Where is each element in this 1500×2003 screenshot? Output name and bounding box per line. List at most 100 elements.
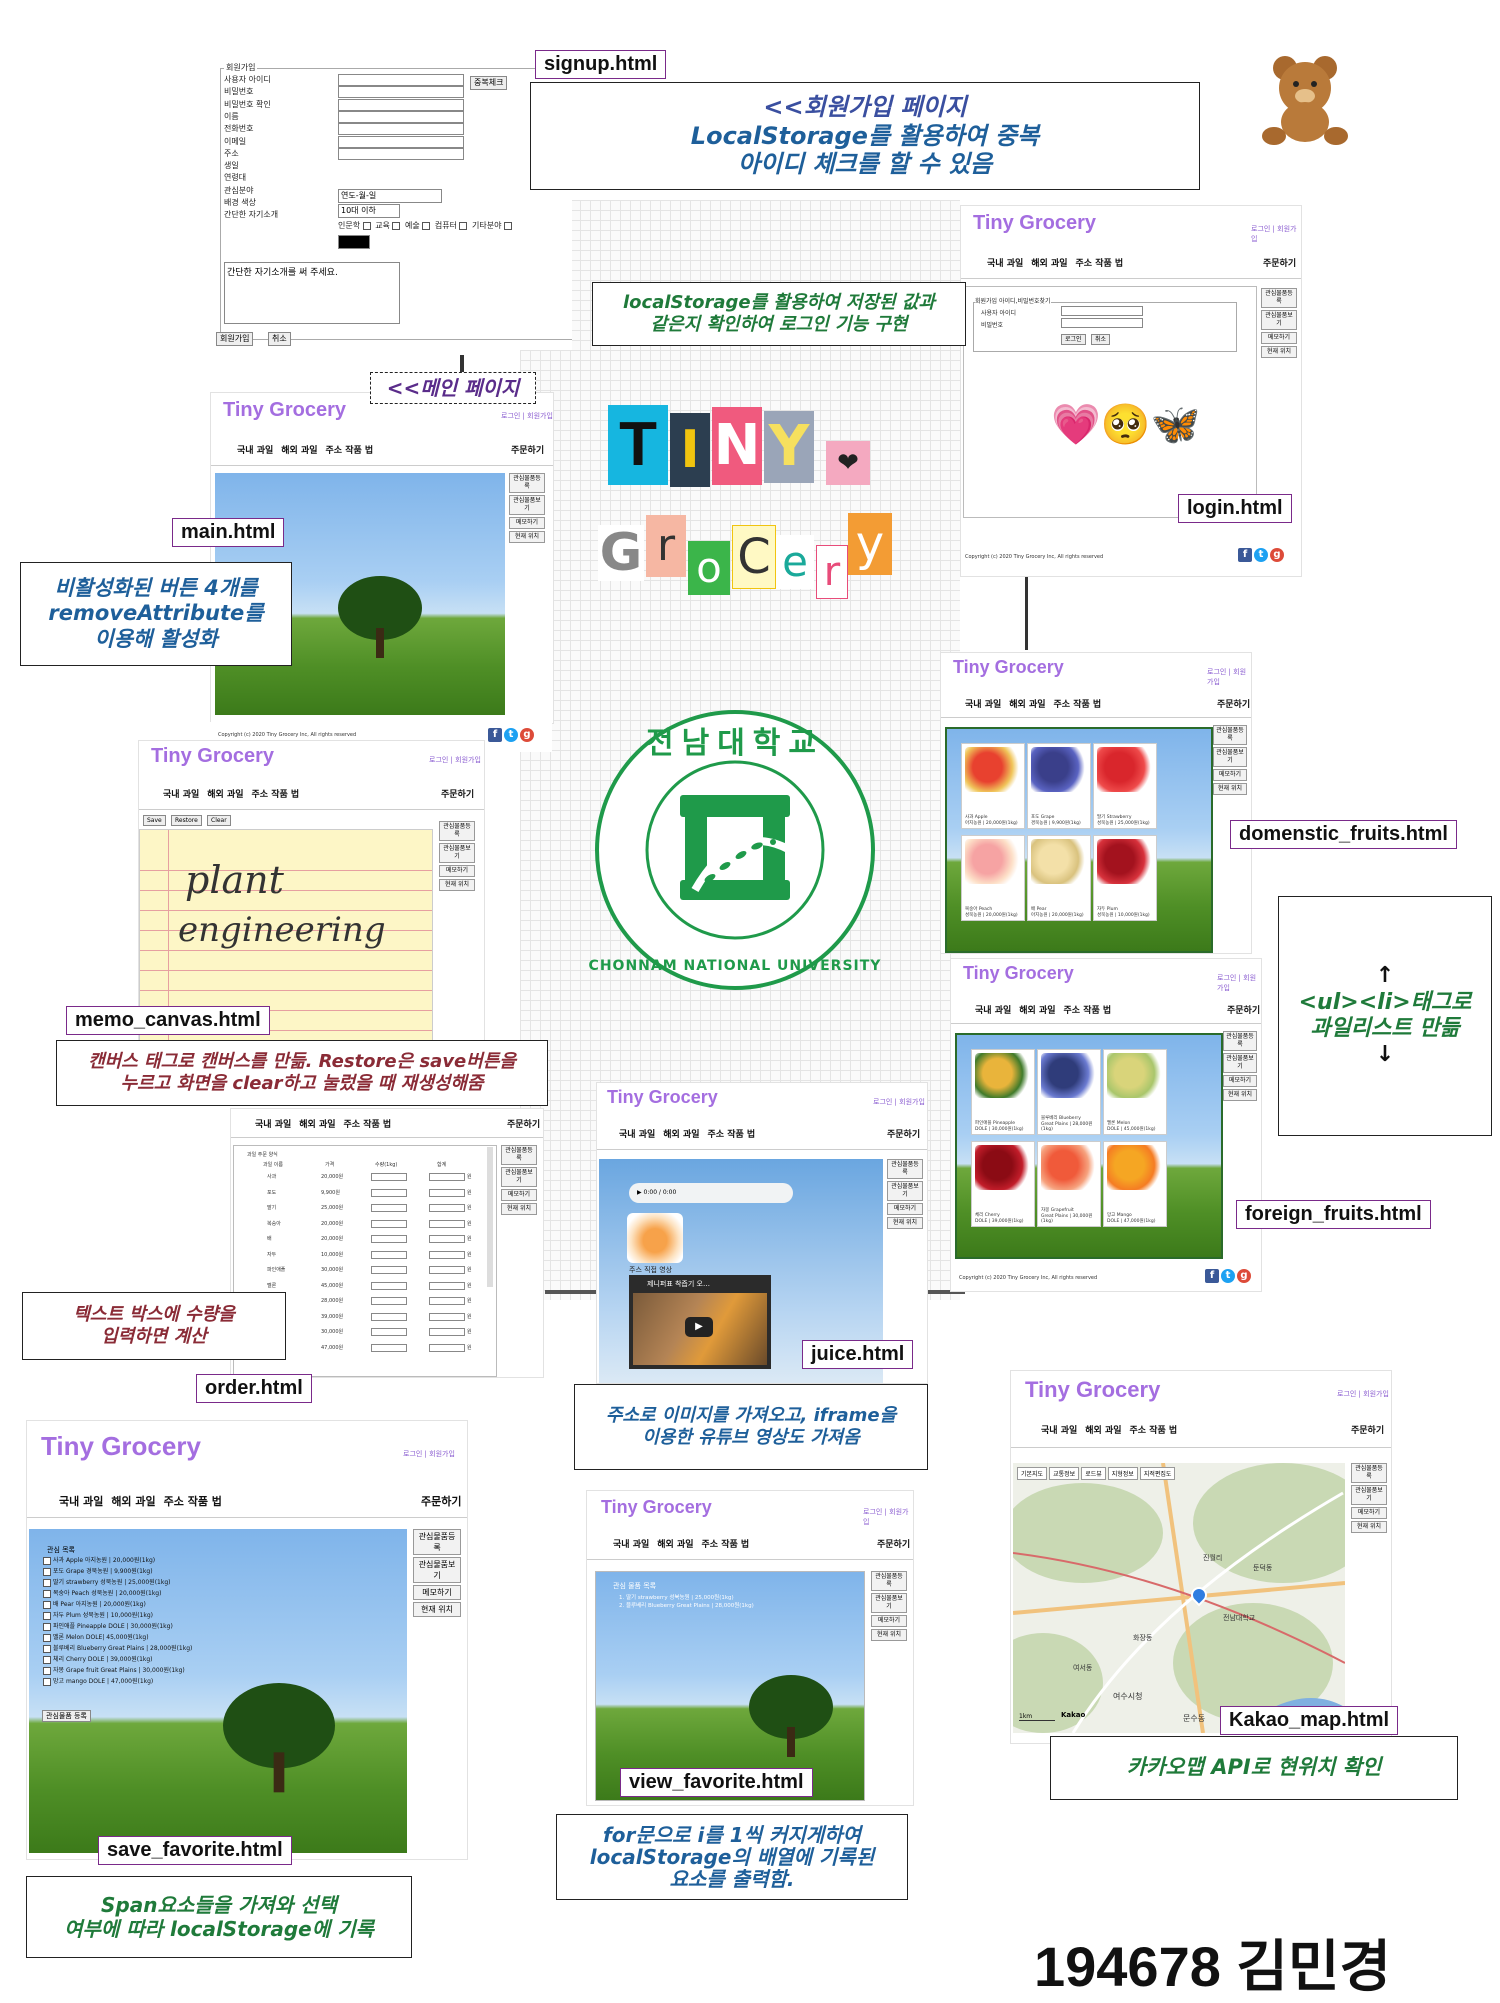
- order-link[interactable]: 주문하기: [507, 1117, 540, 1130]
- signup-field-input[interactable]: [338, 147, 464, 160]
- social-icons[interactable]: ftg: [1238, 548, 1284, 562]
- main-nav[interactable]: 국내 과일 해외 과일 주소 작품 법: [965, 697, 1109, 710]
- fruit-card[interactable]: 딸기 Strawberry 성북농원 | 25,000원(1kg): [1093, 743, 1157, 829]
- audio-player[interactable]: ▶ 0:00 / 0:00: [629, 1183, 793, 1203]
- checkbox[interactable]: [43, 1655, 51, 1664]
- map-type-button[interactable]: 기본지도: [1017, 1467, 1048, 1480]
- login-signup-links[interactable]: 로그인 | 회원가입: [501, 411, 553, 421]
- login-signup-links[interactable]: 로그인 | 회원가입: [1207, 667, 1251, 687]
- google-plus-icon[interactable]: g: [1237, 1269, 1251, 1283]
- birthday-input[interactable]: 연도-월-일: [338, 189, 442, 203]
- favorite-list-item[interactable]: 딸기 strawberry 성북농원 | 25,000원(1kg): [43, 1577, 192, 1588]
- fruit-card[interactable]: 망고 Mango DOLE | 47,000원(1kg): [1103, 1141, 1167, 1227]
- intro-textarea[interactable]: 간단한 자기소개를 써 주세요.: [224, 262, 400, 324]
- order-qty-input[interactable]: [371, 1328, 407, 1336]
- fruit-card[interactable]: 자몽 Grapefruit Great Plains | 30,000원(1kg): [1037, 1141, 1101, 1227]
- map-type-button[interactable]: 지형정보: [1107, 1467, 1138, 1480]
- login-id-input[interactable]: [1061, 306, 1143, 316]
- twitter-icon[interactable]: t: [504, 728, 518, 742]
- favorite-list-item[interactable]: 멜론 Melon DOLE| 45,000원(1kg): [43, 1632, 192, 1643]
- google-plus-icon[interactable]: g: [1270, 548, 1284, 562]
- main-nav[interactable]: 국내 과일 해외 과일 주소 작품 법: [59, 1493, 230, 1509]
- twitter-icon[interactable]: t: [1221, 1269, 1235, 1283]
- checkbox[interactable]: [43, 1677, 51, 1686]
- login-signup-links[interactable]: 로그인 | 회원가입: [1217, 973, 1261, 993]
- checkbox[interactable]: [43, 1644, 51, 1653]
- order-qty-input[interactable]: [371, 1266, 407, 1274]
- background-color-picker[interactable]: [338, 235, 370, 249]
- register-favorite-button[interactable]: 관심물품 등록: [42, 1710, 91, 1722]
- side-buttons[interactable]: 관심물품등록 관심물품보기 메모하기 현재 위치: [501, 1145, 537, 1215]
- order-link[interactable]: 주문하기: [511, 443, 544, 456]
- order-link[interactable]: 주문하기: [421, 1493, 461, 1509]
- order-link[interactable]: 주문하기: [877, 1537, 910, 1550]
- memo-clear-button[interactable]: Clear: [207, 815, 231, 826]
- order-qty-input[interactable]: [371, 1204, 407, 1212]
- order-link[interactable]: 주문하기: [1217, 697, 1250, 710]
- signup-submit-button[interactable]: 회원가입: [216, 332, 254, 346]
- signup-field-input[interactable]: [338, 98, 464, 111]
- order-link[interactable]: 주문하기: [1351, 1423, 1384, 1436]
- side-buttons[interactable]: 관심물품등록 관심물품보기 메모하기 현재 위치: [887, 1159, 923, 1229]
- main-nav[interactable]: 국내 과일 해외 과일 주소 작품 법: [987, 256, 1131, 269]
- login-button[interactable]: 로그인: [1061, 334, 1086, 345]
- favorite-list-item[interactable]: 배 Pear 아지농원 | 20,000원(1kg): [43, 1599, 192, 1610]
- main-nav[interactable]: 국내 과일 해외 과일 주소 작품 법: [1041, 1423, 1185, 1436]
- order-qty-input[interactable]: [371, 1188, 407, 1197]
- memo-save-button[interactable]: Save: [143, 815, 166, 826]
- twitter-icon[interactable]: t: [1254, 548, 1268, 562]
- facebook-icon[interactable]: f: [488, 728, 502, 742]
- map-type-buttons[interactable]: 기본지도 교통정보 로드뷰 지형정보 지적편집도: [1017, 1467, 1176, 1480]
- favorite-list-item[interactable]: 사과 Apple 아지농원 | 20,000원(1kg): [43, 1555, 192, 1566]
- favorite-list-item[interactable]: 블루베리 Blueberry Great Plains | 28,000원(1k…: [43, 1643, 192, 1654]
- fruit-card[interactable]: 포도 Grape 경북농원 | 9,900원(1kg): [1027, 743, 1091, 829]
- checkbox[interactable]: [43, 1556, 51, 1565]
- main-nav[interactable]: 국내 과일 해외 과일 주소 작품 법: [613, 1537, 757, 1550]
- favorite-list-item[interactable]: 파인애플 Pineapple DOLE | 30,000원(1kg): [43, 1621, 192, 1632]
- checkbox[interactable]: [43, 1578, 51, 1587]
- signup-cancel-button[interactable]: 취소: [268, 332, 291, 346]
- login-cancel-button[interactable]: 취소: [1091, 334, 1111, 345]
- order-qty-input[interactable]: [371, 1250, 407, 1259]
- side-buttons[interactable]: 관심물품등록 관심물품보기 메모하기 현재 위치: [1351, 1463, 1387, 1533]
- order-qty-input[interactable]: [371, 1343, 407, 1352]
- google-plus-icon[interactable]: g: [520, 728, 534, 742]
- signup-field-input[interactable]: [338, 123, 464, 136]
- checkbox[interactable]: [43, 1589, 51, 1598]
- main-nav[interactable]: 국내 과일 해외 과일 주소 작품 법: [237, 443, 381, 456]
- checkbox[interactable]: [43, 1611, 51, 1620]
- login-signup-links[interactable]: 로그인 | 회원가입: [1251, 224, 1301, 244]
- side-buttons[interactable]: 관심물품등록 관심물품보기 메모하기 현재 위치: [1223, 1031, 1257, 1101]
- order-qty-input[interactable]: [371, 1173, 407, 1181]
- youtube-iframe[interactable]: 제니퍼표 착즙기 오… ▶: [629, 1275, 771, 1369]
- checkbox[interactable]: [43, 1600, 51, 1609]
- login-pw-input[interactable]: [1061, 318, 1143, 328]
- signup-field-input[interactable]: [338, 110, 464, 123]
- fruit-card[interactable]: 블루베리 Blueberry Great Plains | 28,000원(1kg…: [1037, 1049, 1101, 1135]
- fruit-card[interactable]: 배 Pear 아지농원 | 20,000원(1kg): [1027, 835, 1091, 921]
- interests-checkboxes[interactable]: 인문학 교육 예술 컴퓨터 기타분야: [338, 220, 514, 231]
- map-type-button[interactable]: 교통정보: [1049, 1467, 1080, 1480]
- fruit-card[interactable]: 파인애플 Pineapple DOLE | 30,000원(1kg): [971, 1049, 1035, 1135]
- side-buttons[interactable]: 관심물품등록 관심물품보기 메모하기 현재 위치: [1213, 725, 1247, 795]
- side-buttons[interactable]: 관심물품등록 관심물품보기 메모하기 현재 위치: [439, 821, 475, 891]
- map-type-button[interactable]: 로드뷰: [1081, 1467, 1106, 1480]
- social-icons[interactable]: ftg: [488, 728, 534, 742]
- login-signup-links[interactable]: 로그인 | 회원가입: [1337, 1389, 1389, 1399]
- side-buttons[interactable]: 관심물품등록 관심물품보기 메모하기 현재 위치: [509, 473, 545, 543]
- order-qty-input[interactable]: [371, 1235, 407, 1243]
- main-nav[interactable]: 국내 과일 해외 과일 주소 작품 법: [619, 1127, 763, 1140]
- order-qty-input[interactable]: [371, 1281, 407, 1290]
- checkbox[interactable]: [43, 1567, 51, 1576]
- order-qty-input[interactable]: [371, 1312, 407, 1321]
- social-icons[interactable]: ftg: [1205, 1269, 1251, 1283]
- favorite-list-item[interactable]: 복숭아 Peach 성북농원 | 20,000원(1kg): [43, 1588, 192, 1599]
- facebook-icon[interactable]: f: [1205, 1269, 1219, 1283]
- main-nav[interactable]: 국내 과일 해외 과일 주소 작품 법: [975, 1003, 1119, 1016]
- favorite-list-item[interactable]: 자몽 Grape fruit Great Plains | 30,000원(1k…: [43, 1665, 192, 1676]
- favorite-list-item[interactable]: 망고 mango DOLE | 47,000원(1kg): [43, 1676, 192, 1687]
- fruit-card[interactable]: 멜론 Melon DOLE | 45,000원(1kg): [1103, 1049, 1167, 1135]
- login-signup-links[interactable]: 로그인 | 회원가입: [429, 755, 481, 765]
- order-link[interactable]: 주문하기: [1263, 256, 1296, 269]
- signup-field-input[interactable]: [338, 74, 464, 86]
